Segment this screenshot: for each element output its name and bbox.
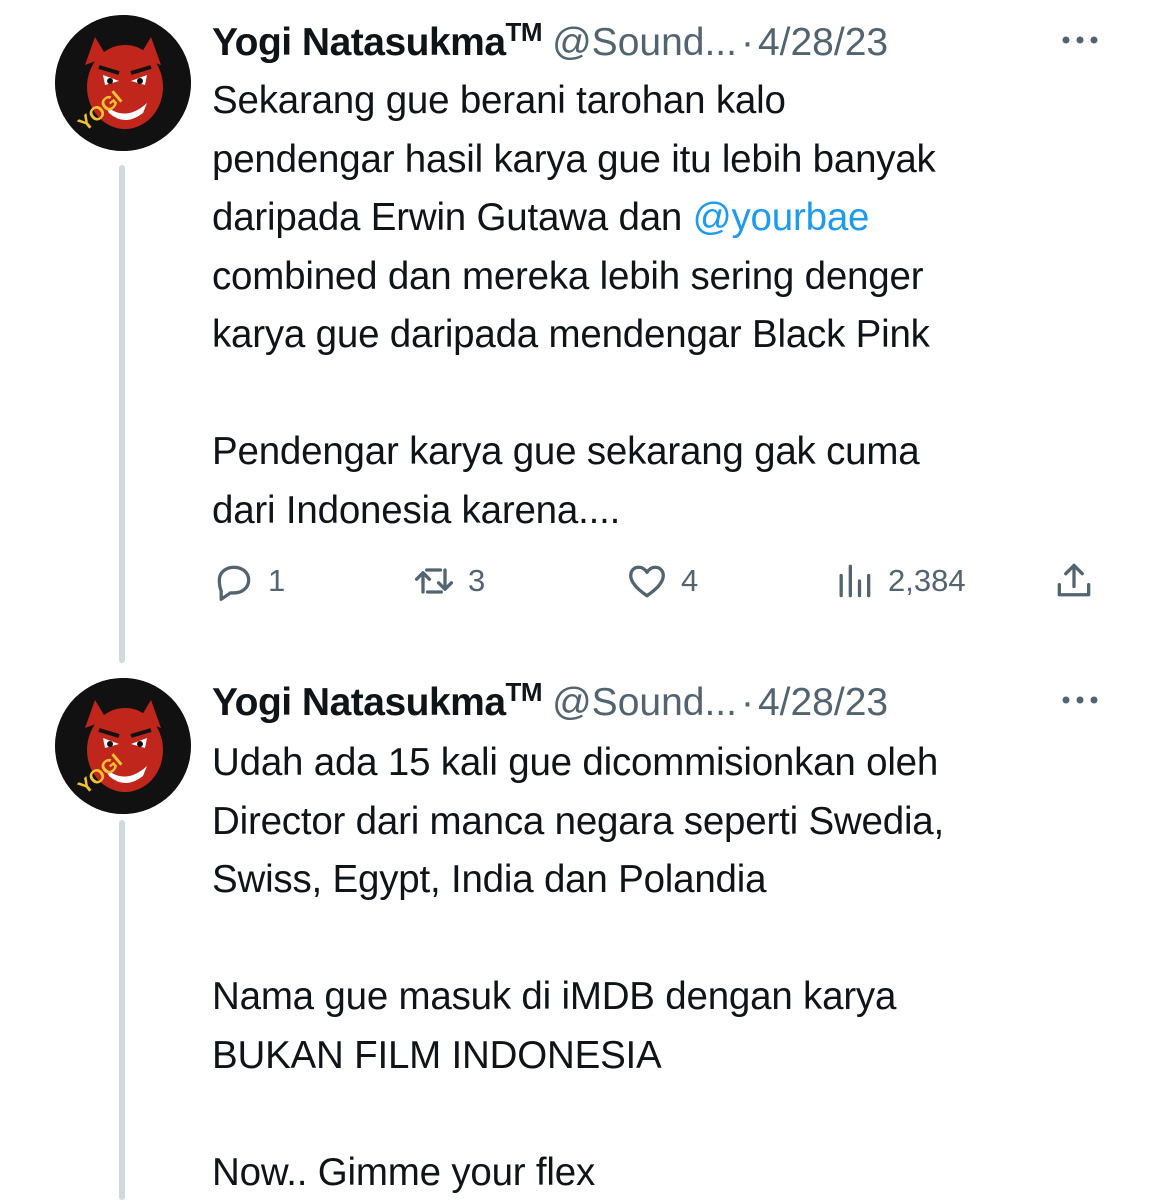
views-bar-chart-icon <box>832 559 876 603</box>
retweet-count: 3 <box>468 563 485 599</box>
text-line: Sekarang gue berani tarohan kalo <box>212 72 1112 131</box>
tweet-date[interactable]: 4/28/23 <box>758 18 888 68</box>
tweet[interactable]: YOGI Yogi NatasukmaTM @Sound... · 4/28/2… <box>0 660 1160 1200</box>
user-handle[interactable]: @Sound... <box>552 18 737 68</box>
display-name[interactable]: Yogi NatasukmaTM <box>212 18 542 68</box>
tweet-date[interactable]: 4/28/23 <box>758 678 888 728</box>
text-line: Udah ada 15 kali gue dicommisionkan oleh <box>212 734 1112 793</box>
like-button[interactable]: 4 <box>625 555 698 607</box>
devil-avatar-icon: YOGI <box>55 15 191 151</box>
separator: · <box>741 678 754 728</box>
text-line: pendengar hasil karya gue itu lebih bany… <box>212 131 1112 190</box>
text-line: daripada Erwin Gutawa dan @yourbae <box>212 189 1112 248</box>
reply-button[interactable]: 1 <box>212 555 285 607</box>
avatar[interactable]: YOGI <box>55 678 191 814</box>
thread-line <box>119 820 125 1200</box>
views-button[interactable]: 2,384 <box>832 555 966 607</box>
retweet-button[interactable]: 3 <box>412 555 485 607</box>
like-count: 4 <box>681 563 698 599</box>
retweet-icon <box>412 559 456 603</box>
paragraph-gap <box>212 910 1112 969</box>
thread-line <box>119 165 125 663</box>
avatar[interactable]: YOGI <box>55 15 191 151</box>
text-line: Pendengar karya gue sekarang gak cuma <box>212 423 1112 482</box>
text-line: BUKAN FILM INDONESIA <box>212 1027 1112 1086</box>
text-line: karya gue daripada mendengar Black Pink <box>212 306 1112 365</box>
mention-link[interactable]: @yourbae <box>693 196 870 239</box>
tweet-header: Yogi NatasukmaTM @Sound... · 4/28/23 <box>212 18 1112 68</box>
reply-count: 1 <box>268 563 285 599</box>
text-line: Director dari manca negara seperti Swedi… <box>212 793 1112 852</box>
heart-icon <box>625 559 669 603</box>
text-line: Now.. Gimme your flex <box>212 1144 1112 1202</box>
paragraph-gap <box>212 365 1112 424</box>
more-horizontal-icon[interactable] <box>1058 678 1102 722</box>
share-upload-icon <box>1052 559 1096 603</box>
tweet-text: Sekarang gue berani tarohan kalo pendeng… <box>212 72 1112 540</box>
share-button[interactable] <box>1052 555 1096 607</box>
action-bar: 1 3 4 2,384 <box>212 555 1112 607</box>
display-name[interactable]: Yogi NatasukmaTM <box>212 678 542 728</box>
tweet-header: Yogi NatasukmaTM @Sound... · 4/28/23 <box>212 678 1112 728</box>
user-handle[interactable]: @Sound... <box>552 678 737 728</box>
text-line: combined dan mereka lebih sering denger <box>212 248 1112 307</box>
paragraph-gap <box>212 1085 1112 1144</box>
reply-bubble-icon <box>212 559 256 603</box>
view-count: 2,384 <box>888 563 966 599</box>
text-line: Nama gue masuk di iMDB dengan karya <box>212 968 1112 1027</box>
tweet-text: Udah ada 15 kali gue dicommisionkan oleh… <box>212 734 1112 1202</box>
tweet[interactable]: YOGI Yogi NatasukmaTM @Sound... · 4/28/2… <box>0 0 1160 660</box>
text-line: Swiss, Egypt, India dan Polandia <box>212 851 1112 910</box>
more-horizontal-icon[interactable] <box>1058 18 1102 62</box>
separator: · <box>741 18 754 68</box>
devil-avatar-icon: YOGI <box>55 678 191 814</box>
text-line: dari Indonesia karena.... <box>212 482 1112 541</box>
